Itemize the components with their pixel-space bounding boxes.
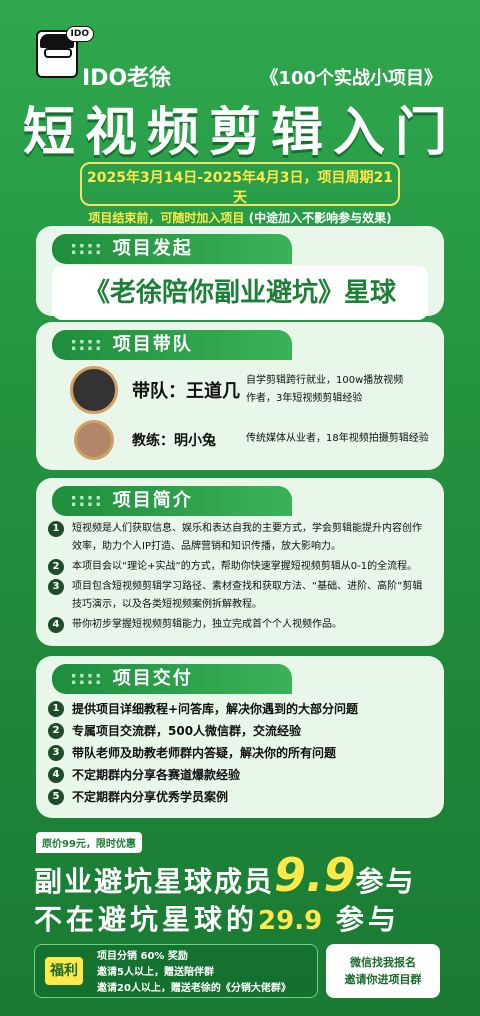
list-item-text: 本项目会以“理论+实战”的方式，帮助你快速掌握短视频剪辑从0-1的全流程。 — [72, 561, 418, 572]
non-member-price-line: 不在避坑星球的29.9 参与 — [34, 898, 400, 938]
wechat-signup-button[interactable]: 微信找我报名 邀请你进项目群 — [326, 944, 440, 998]
dots-decoration: :::: — [70, 334, 103, 355]
intro-section-header: :::: 项目简介 — [52, 486, 292, 516]
member-price-prefix: 副业避坑星球成员 — [34, 865, 275, 898]
join-note-main: 项目结束前，可随时加入项目 — [88, 211, 245, 225]
benefit-line: 邀请5人以上，赠送陪伴群 — [97, 967, 214, 978]
member-desc-line: 作者，3年短视频剪辑经验 — [246, 393, 363, 404]
benefit-box: 福利 项目分销 60% 奖励 邀请5人以上，赠送陪伴群 邀请20人以上，赠送老徐… — [34, 944, 318, 998]
launch-title: 项目发起 — [112, 238, 193, 259]
member-price-line: 副业避坑星球成员9.9参与 — [34, 848, 416, 902]
brand-name: IDO老徐 — [82, 66, 172, 91]
list-item: 5 不定期群内分享优秀学员案例 — [48, 786, 430, 808]
member-desc: 自学剪辑跨行就业，100w播放视频 作者，3年短视频剪辑经验 — [246, 372, 403, 408]
wechat-line: 微信找我报名 — [350, 956, 416, 969]
member-role: 教练：明小兔 — [132, 433, 216, 449]
team-section-header: :::: 项目带队 — [52, 330, 292, 360]
member-desc: 传统媒体从业者，18年视频拍摄剪辑经验 — [246, 430, 429, 448]
number-badge: 4 — [48, 617, 64, 633]
benefit-lines: 项目分销 60% 奖励 邀请5人以上，赠送陪伴群 邀请20人以上，赠送老徐的《分… — [97, 949, 291, 997]
list-item-text: 带队老师及助教老师群内答疑，解决你的所有问题 — [72, 746, 337, 760]
logo-avatar: IDO — [36, 26, 94, 78]
benefit-line: 项目分销 60% 奖励 — [97, 951, 188, 962]
team-title: 项目带队 — [112, 334, 193, 355]
benefit-line: 邀请20人以上，赠送老徐的《分销大佬群》 — [97, 983, 291, 994]
list-item-text: 短视频是人们获取信息、娱乐和表达自我的主要方式，学会剪辑能提升内容创作效率，助力… — [72, 523, 422, 552]
number-badge: 5 — [48, 789, 64, 805]
team-member-leader: 带队：王道几 — [70, 366, 240, 414]
list-item: 3 带队老师及助教老师群内答疑，解决你的所有问题 — [48, 742, 430, 764]
delivery-card: :::: 项目交付 1 提供项目详细教程+问答库，解决你遇到的大部分问题 2 专属项目… — [36, 656, 444, 818]
page-title: 短视频剪辑入门 — [22, 103, 457, 163]
planet-name: 《老徐陪你副业避坑》星球 — [52, 266, 428, 320]
header: IDO IDO老徐 《100个实战小项目》 短视频剪辑入门 2025年3月14日… — [0, 0, 480, 225]
list-item-text: 提供项目详细教程+问答库，解决你遇到的大部分问题 — [72, 702, 359, 716]
number-badge: 4 — [48, 767, 64, 783]
member-price: 9.9 — [274, 848, 356, 902]
list-item: 4 带你初步掌握短视频剪辑能力，独立完成首个个人视频作品。 — [48, 616, 430, 634]
member-role: 带队：王道几 — [132, 381, 240, 402]
intro-title: 项目简介 — [112, 490, 193, 511]
intro-card: :::: 项目简介 1 短视频是人们获取信息、娱乐和表达自我的主要方式，学会剪辑能提… — [36, 478, 444, 646]
list-item-text: 不定期群内分享优秀学员案例 — [72, 790, 229, 804]
non-member-price-suffix: 参与 — [335, 903, 400, 936]
list-item-text: 专属项目交流群，500人微信群，交流经验 — [72, 724, 302, 738]
team-card: :::: 项目带队 带队：王道几 自学剪辑跨行就业，100w播放视频 作者，3年短… — [36, 322, 444, 470]
member-desc-line: 自学剪辑跨行就业，100w播放视频 — [246, 375, 404, 386]
number-badge: 2 — [48, 559, 64, 575]
dots-decoration: :::: — [70, 490, 103, 511]
wechat-line: 邀请你进项目群 — [344, 973, 422, 986]
list-item-text: 不定期群内分享各赛道爆款经验 — [72, 768, 241, 782]
team-member-coach: 教练：明小兔 — [70, 420, 216, 460]
launch-section-header: :::: 项目发起 — [52, 234, 292, 264]
dots-decoration: :::: — [70, 238, 103, 259]
list-item-text: 带你初步掌握短视频剪辑能力，独立完成首个个人视频作品。 — [72, 619, 342, 630]
delivery-list: 1 提供项目详细教程+问答库，解决你遇到的大部分问题 2 专属项目交流群，500人微… — [48, 698, 430, 808]
avatar — [70, 366, 118, 414]
dots-decoration: :::: — [70, 668, 103, 689]
logo-glasses — [44, 48, 72, 58]
date-banner: 2025年3月14日-2025年4月3日，项目周期21天 项目结束前，可随时加入… — [80, 162, 400, 225]
number-badge: 1 — [48, 521, 64, 537]
logo-tag: IDO — [65, 26, 94, 42]
join-note-sub: (中途加入不影响参与效果) — [248, 211, 392, 225]
list-item: 2 专属项目交流群，500人微信群，交流经验 — [48, 720, 430, 742]
non-member-price: 29.9 — [258, 906, 323, 936]
list-item: 3 项目包含短视频剪辑学习路径、素材查找和获取方法、“基础、进阶、高阶”剪辑技巧演… — [48, 578, 430, 614]
number-badge: 1 — [48, 701, 64, 717]
join-note: 项目结束前，可随时加入项目 (中途加入不影响参与效果) — [82, 209, 398, 226]
intro-list: 1 短视频是人们获取信息、娱乐和表达自我的主要方式，学会剪辑能提升内容创作效率，助… — [48, 520, 430, 636]
list-item: 1 短视频是人们获取信息、娱乐和表达自我的主要方式，学会剪辑能提升内容创作效率，助… — [48, 520, 430, 556]
delivery-title: 项目交付 — [112, 668, 193, 689]
number-badge: 3 — [48, 745, 64, 761]
date-line: 2025年3月14日-2025年4月3日，项目周期21天 — [87, 170, 393, 206]
member-desc-line: 传统媒体从业者，18年视频拍摄剪辑经验 — [246, 433, 429, 444]
list-item: 4 不定期群内分享各赛道爆款经验 — [48, 764, 430, 786]
list-item-text: 项目包含短视频剪辑学习路径、素材查找和获取方法、“基础、进阶、高阶”剪辑技巧演示… — [72, 581, 423, 610]
benefit-label: 福利 — [45, 957, 83, 985]
list-item: 2 本项目会以“理论+实战”的方式，帮助你快速掌握短视频剪辑从0-1的全流程。 — [48, 558, 430, 576]
number-badge: 3 — [48, 579, 64, 595]
series-label: 《100个实战小项目》 — [260, 68, 442, 89]
delivery-section-header: :::: 项目交付 — [52, 664, 292, 694]
number-badge: 2 — [48, 723, 64, 739]
avatar — [74, 420, 114, 460]
non-member-price-prefix: 不在避坑星球的 — [34, 903, 259, 936]
list-item: 1 提供项目详细教程+问答库，解决你遇到的大部分问题 — [48, 698, 430, 720]
member-price-suffix: 参与 — [355, 865, 416, 898]
